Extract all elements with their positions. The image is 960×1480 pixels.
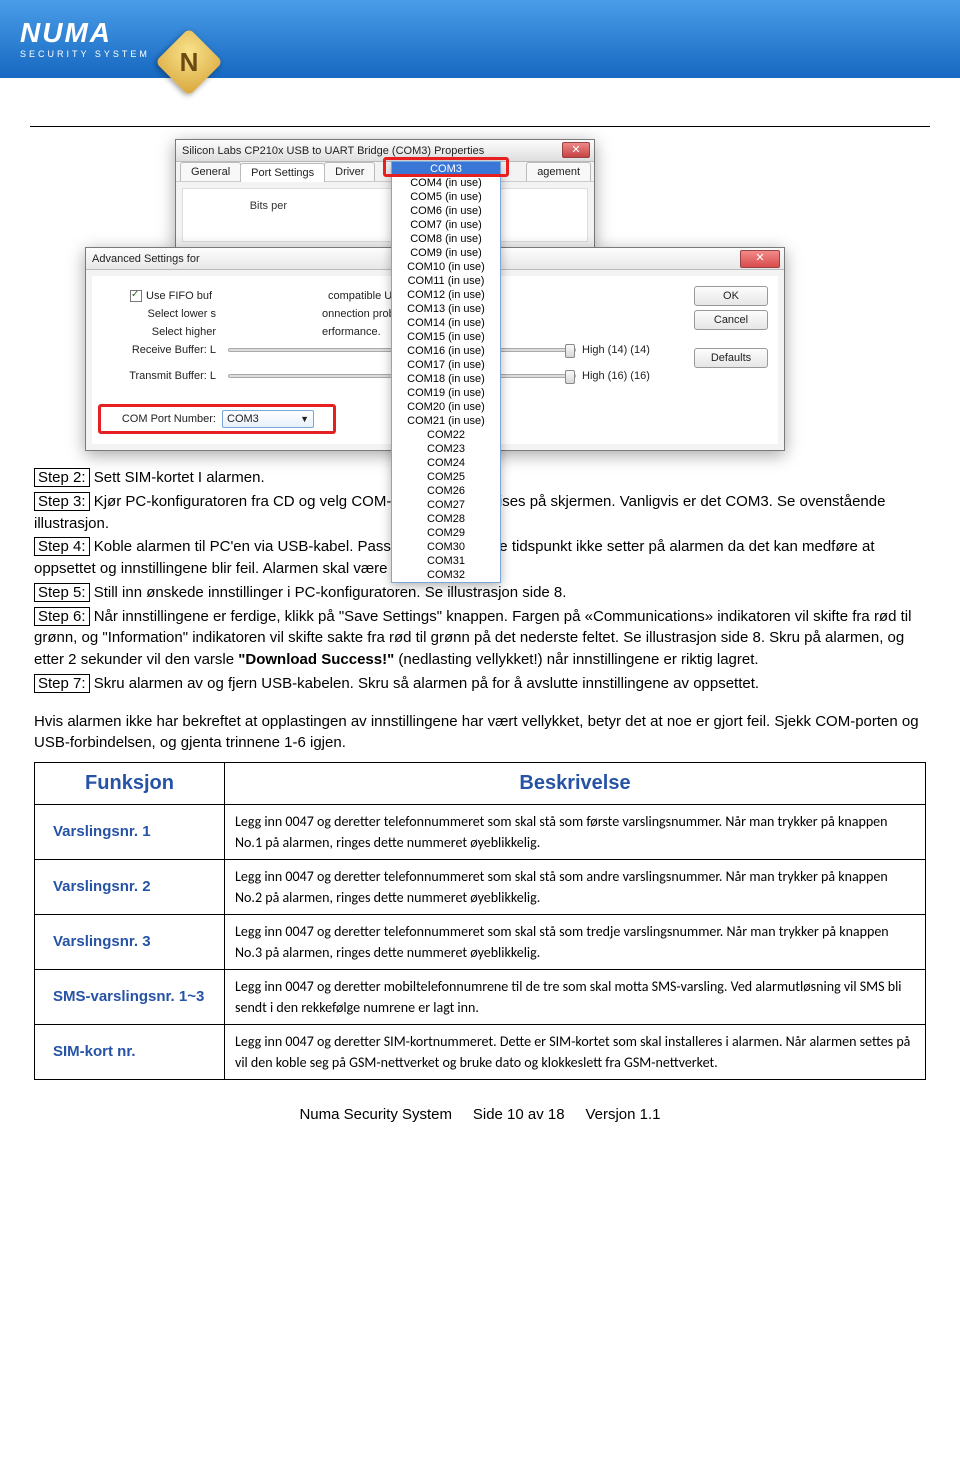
footer-product: Numa Security System (299, 1106, 452, 1123)
table-row: SIM-kort nr.Legg inn 0047 og deretter SI… (35, 1025, 926, 1080)
com-option[interactable]: COM27 (392, 498, 500, 512)
rx-buffer-label: Receive Buffer: L (102, 344, 222, 356)
close-icon[interactable]: ✕ (740, 250, 780, 268)
cell-beskrivelse: Legg inn 0047 og deretter SIM-kortnummer… (225, 1025, 926, 1080)
properties-window: Silicon Labs CP210x USB to UART Bridge (… (175, 139, 595, 249)
step-7-text: Skru alarmen av og fjern USB-kabelen. Sk… (94, 675, 759, 692)
step-2-label: Step 2: (34, 468, 90, 487)
step-5-text: Still inn ønskede innstillinger i PC-kon… (94, 584, 567, 601)
screenshot-figure: Silicon Labs CP210x USB to UART Bridge (… (0, 139, 960, 451)
step-4-label: Step 4: (34, 537, 90, 556)
com-option[interactable]: COM15 (in use) (392, 330, 500, 344)
com-option[interactable]: COM23 (392, 442, 500, 456)
com-option[interactable]: COM29 (392, 526, 500, 540)
highlight-top (383, 157, 509, 177)
tab-power[interactable]: agement (526, 162, 591, 181)
com-option[interactable]: COM32 (392, 568, 500, 582)
com-option[interactable]: COM9 (in use) (392, 246, 500, 260)
com-option[interactable]: COM25 (392, 470, 500, 484)
logo-text: NUMA (20, 19, 150, 47)
com-option[interactable]: COM6 (in use) (392, 204, 500, 218)
tx-buffer-label: Transmit Buffer: L (102, 370, 222, 382)
com-option[interactable]: COM19 (in use) (392, 386, 500, 400)
com-option[interactable]: COM11 (in use) (392, 274, 500, 288)
divider (30, 126, 930, 127)
com-dropdown-list[interactable]: COM3COM4 (in use)COM5 (in use)COM6 (in u… (391, 161, 501, 583)
com-option[interactable]: COM13 (in use) (392, 302, 500, 316)
note-text: Hvis alarmen ikke har bekreftet at oppla… (34, 711, 926, 755)
step-6-text-c: (nedlasting vellykket!) når innstillinge… (394, 651, 758, 668)
ok-button[interactable]: OK (694, 286, 768, 306)
com-option[interactable]: COM10 (in use) (392, 260, 500, 274)
tab-driver[interactable]: Driver (324, 162, 375, 181)
advanced-title: Advanced Settings for (92, 253, 200, 265)
fifo-checkbox[interactable] (130, 290, 142, 302)
tx-value: High (16) (16) (582, 370, 692, 382)
table-row: Varslingsnr. 2Legg inn 0047 og deretter … (35, 860, 926, 915)
cancel-button[interactable]: Cancel (694, 310, 768, 330)
com-option[interactable]: COM18 (in use) (392, 372, 500, 386)
step-3-label: Step 3: (34, 492, 90, 511)
com-option[interactable]: COM26 (392, 484, 500, 498)
com-option[interactable]: COM16 (in use) (392, 344, 500, 358)
com-option[interactable]: COM22 (392, 428, 500, 442)
step-7-label: Step 7: (34, 674, 90, 693)
step-6-bold: "Download Success!" (238, 651, 394, 668)
step-2-text: Sett SIM-kortet I alarmen. (94, 469, 265, 486)
table-row: SMS-varslingsnr. 1~3Legg inn 0047 og der… (35, 970, 926, 1025)
fifo-label: Use FIFO buf (146, 290, 212, 302)
com-option[interactable]: COM14 (in use) (392, 316, 500, 330)
page-footer: Numa Security System Side 10 av 18 Versj… (0, 1080, 960, 1135)
com-option[interactable]: COM30 (392, 540, 500, 554)
com-option[interactable]: COM8 (in use) (392, 232, 500, 246)
bits-per-label: Bits per (193, 200, 293, 212)
cell-funksjon: Varslingsnr. 1 (35, 805, 225, 860)
logo: NUMA SECURITY SYSTEM (20, 19, 150, 59)
com-option[interactable]: COM20 (in use) (392, 400, 500, 414)
select-lower-label: Select lower s (102, 308, 222, 320)
logo-subtitle: SECURITY SYSTEM (20, 49, 150, 59)
function-table: Funksjon Beskrivelse Varslingsnr. 1Legg … (34, 762, 926, 1080)
cell-beskrivelse: Legg inn 0047 og deretter telefonnummere… (225, 805, 926, 860)
th-funksjon: Funksjon (35, 763, 225, 805)
button-column: OK Cancel Defaults (694, 282, 768, 372)
com-option[interactable]: COM4 (in use) (392, 176, 500, 190)
com-option[interactable]: COM24 (392, 456, 500, 470)
com-option[interactable]: COM7 (in use) (392, 218, 500, 232)
defaults-button[interactable]: Defaults (694, 348, 768, 368)
com-option[interactable]: COM31 (392, 554, 500, 568)
tab-general[interactable]: General (180, 162, 241, 181)
cell-beskrivelse: Legg inn 0047 og deretter telefonnummere… (225, 915, 926, 970)
com-option[interactable]: COM28 (392, 512, 500, 526)
select-higher-tail: erformance. (322, 326, 381, 338)
cell-funksjon: SMS-varslingsnr. 1~3 (35, 970, 225, 1025)
header-banner: NUMA SECURITY SYSTEM N (0, 0, 960, 78)
slider-thumb[interactable] (565, 370, 575, 384)
cell-funksjon: Varslingsnr. 2 (35, 860, 225, 915)
table-row: Varslingsnr. 1Legg inn 0047 og deretter … (35, 805, 926, 860)
properties-title: Silicon Labs CP210x USB to UART Bridge (… (182, 145, 484, 157)
logo-badge: N (155, 28, 223, 96)
com-option[interactable]: COM21 (in use) (392, 414, 500, 428)
cell-beskrivelse: Legg inn 0047 og deretter telefonnummere… (225, 860, 926, 915)
cell-funksjon: SIM-kort nr. (35, 1025, 225, 1080)
slider-thumb[interactable] (565, 344, 575, 358)
cell-funksjon: Varslingsnr. 3 (35, 915, 225, 970)
footer-version: Versjon 1.1 (585, 1106, 660, 1123)
highlight-bottom (98, 404, 336, 434)
com-option[interactable]: COM12 (in use) (392, 288, 500, 302)
step-6-label: Step 6: (34, 607, 90, 626)
step-5-label: Step 5: (34, 583, 90, 602)
properties-body: Bits per (182, 188, 588, 242)
th-beskrivelse: Beskrivelse (225, 763, 926, 805)
table-row: Varslingsnr. 3Legg inn 0047 og deretter … (35, 915, 926, 970)
com-option[interactable]: COM5 (in use) (392, 190, 500, 204)
tab-port-settings[interactable]: Port Settings (240, 163, 325, 182)
footer-page: Side 10 av 18 (473, 1106, 565, 1123)
close-icon[interactable]: ✕ (562, 142, 590, 158)
select-higher-label: Select higher (102, 326, 222, 338)
com-option[interactable]: COM17 (in use) (392, 358, 500, 372)
cell-beskrivelse: Legg inn 0047 og deretter mobiltelefonnu… (225, 970, 926, 1025)
rx-value: High (14) (14) (582, 344, 692, 356)
